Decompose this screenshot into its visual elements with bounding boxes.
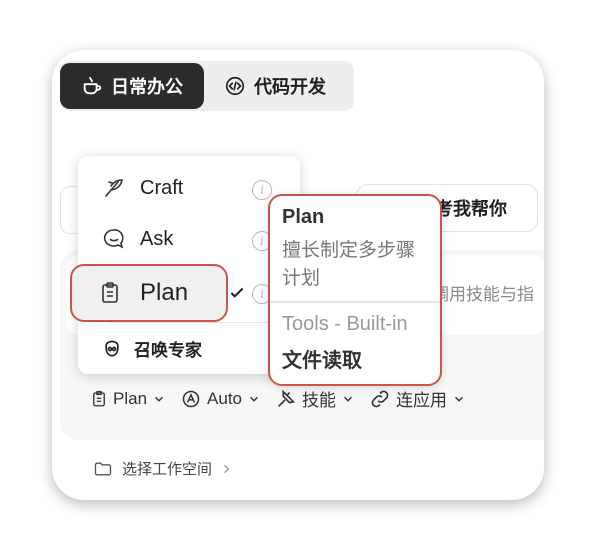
chevron-right-icon	[224, 464, 230, 473]
tooltip-title: Plan	[282, 206, 325, 228]
folder-icon	[94, 462, 112, 475]
auto-icon	[182, 390, 200, 407]
skills-icon	[278, 389, 295, 407]
menu-item-label: Ask	[140, 227, 174, 250]
input-placeholder: 调用技能与指	[432, 285, 534, 304]
connect-app-button[interactable]: 连应用	[369, 386, 466, 411]
tab-code-dev[interactable]: 代码开发	[224, 63, 344, 109]
coffee-cup-icon	[83, 76, 102, 95]
chat-bubble-icon	[103, 229, 124, 249]
tab-label: 代码开发	[254, 77, 326, 97]
mode-selector-button[interactable]: Plan	[90, 389, 166, 409]
tooltip-divider	[270, 301, 440, 303]
menu-item-label: 召唤专家	[134, 341, 202, 360]
plan-info-tooltip: Plan 擅长制定多步骤计划 Tools - Built-in 文件读取	[268, 194, 442, 386]
menu-item-label: Plan	[140, 279, 189, 306]
craft-feather-icon	[105, 179, 123, 197]
auto-model-button[interactable]: Auto	[180, 389, 261, 409]
mode-label: Plan	[113, 388, 148, 408]
skills-button[interactable]: 技能	[275, 386, 355, 411]
menu-item-ask[interactable]: Ask	[102, 227, 173, 251]
skills-label: 技能	[302, 391, 337, 410]
tab-daily-office[interactable]: 日常办公	[60, 63, 204, 109]
checkmark-icon	[230, 287, 244, 298]
link-icon	[371, 390, 389, 407]
menu-divider	[108, 322, 290, 323]
chevron-down-icon	[250, 396, 259, 402]
menu-item-summon-expert[interactable]: 召唤专家	[102, 336, 202, 361]
workspace-selector[interactable]: 选择工作空间	[92, 458, 232, 479]
chip-label: 考我帮你	[435, 199, 507, 219]
workspace-label: 选择工作空间	[122, 461, 213, 478]
menu-item-craft[interactable]: Craft	[102, 176, 183, 200]
info-icon[interactable]: i	[252, 180, 272, 200]
clipboard-icon	[93, 390, 105, 406]
menu-item-plan[interactable]: Plan	[70, 264, 228, 322]
tab-label: 日常办公	[111, 77, 183, 97]
chevron-down-icon	[344, 396, 353, 402]
chevron-down-icon	[455, 396, 464, 402]
tooltip-description: 擅长制定多步骤计划	[282, 240, 416, 289]
expert-icon	[105, 340, 119, 357]
app-card: 日常办公 代码开发 考我帮你 调用技能与指 Plan Auto 技能 连应用 选…	[52, 50, 544, 500]
chevron-down-icon	[155, 396, 164, 402]
connect-label: 连应用	[396, 391, 448, 410]
menu-item-label: Craft	[140, 176, 184, 199]
tooltip-tools-label: Tools - Built-in	[282, 313, 408, 335]
composer-toolbar: Plan Auto 技能 连应用	[90, 386, 466, 411]
code-icon	[225, 76, 245, 96]
tooltip-tool-item: 文件读取	[282, 350, 362, 372]
clipboard-icon	[102, 282, 118, 303]
auto-label: Auto	[207, 388, 243, 408]
